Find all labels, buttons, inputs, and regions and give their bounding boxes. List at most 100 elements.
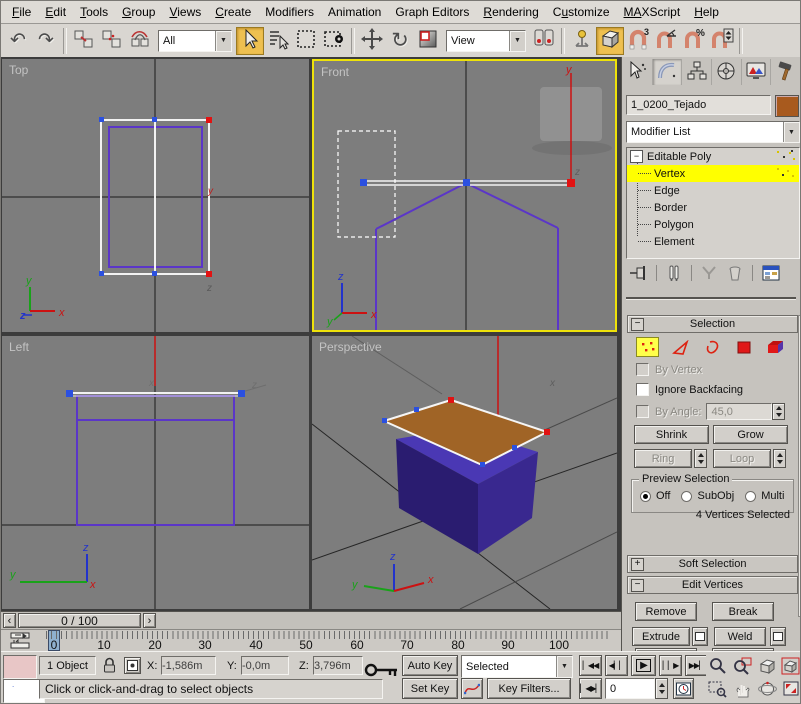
time-slider-prev-button[interactable]: ‹ — [3, 613, 16, 628]
unlink-selection-button[interactable] — [98, 27, 126, 55]
time-slider-next-button[interactable]: › — [143, 613, 156, 628]
configure-modifier-sets-button[interactable] — [757, 265, 785, 281]
weld-settings-button[interactable] — [770, 627, 786, 646]
stack-item-edge[interactable]: Edge — [627, 182, 799, 199]
remove-button[interactable]: Remove — [635, 602, 697, 621]
spinner-snap-button[interactable] — [708, 27, 736, 55]
remove-modifier-button[interactable] — [722, 265, 748, 281]
shrink-button[interactable]: Shrink — [634, 425, 709, 444]
subobject-polygon-button[interactable] — [732, 337, 755, 357]
open-mini-listener-button[interactable] — [7, 632, 35, 652]
play-animation-button[interactable]: ▶ — [631, 655, 656, 676]
zoom-extents-button[interactable] — [756, 655, 779, 676]
subobject-border-button[interactable] — [700, 337, 723, 357]
macro-recorder-pane[interactable] — [3, 655, 37, 679]
next-frame-button[interactable]: ▏▏▶ — [659, 655, 682, 676]
y-coordinate-field[interactable]: -0,0m — [241, 656, 289, 675]
menu-tools[interactable]: Tools — [73, 3, 115, 21]
arc-rotate-button[interactable] — [756, 678, 779, 699]
time-slider-handle[interactable]: 0 / 100 — [18, 613, 141, 628]
select-object-button[interactable] — [236, 26, 264, 55]
menu-edit[interactable]: Edit — [38, 3, 73, 21]
ignore-backfacing-checkbox[interactable] — [636, 383, 649, 396]
viewport-front-active[interactable]: Front y z z x y — [312, 59, 617, 332]
ring-spinner[interactable] — [694, 449, 707, 468]
previous-frame-button[interactable]: ◀▏▏ — [605, 655, 628, 676]
preview-subobj-radio[interactable] — [681, 490, 693, 502]
bind-to-space-warp-button[interactable] — [126, 27, 154, 55]
pan-button[interactable] — [731, 678, 754, 699]
absolute-offset-toggle[interactable] — [124, 657, 141, 674]
current-frame-field[interactable]: 0 — [605, 678, 655, 699]
stack-item-editable-poly[interactable]: − Editable Poly — [627, 148, 799, 165]
zoom-region-button[interactable] — [706, 678, 729, 699]
menu-modifiers[interactable]: Modifiers — [258, 3, 321, 21]
stack-item-vertex-selected[interactable]: Vertex — [627, 165, 799, 182]
reference-coordinate-dropdown[interactable]: View ▼ — [446, 29, 526, 52]
percent-snap-button[interactable]: % — [680, 27, 708, 55]
selection-lock-toggle[interactable] — [102, 657, 117, 677]
angle-snap-button[interactable] — [652, 27, 680, 55]
by-angle-checkbox[interactable] — [636, 405, 649, 418]
by-angle-row[interactable]: By Angle: 45,0 — [636, 403, 786, 420]
tab-modify[interactable] — [652, 59, 683, 85]
extrude-settings-button[interactable] — [692, 627, 708, 646]
select-and-move-button[interactable] — [358, 27, 386, 55]
pin-stack-button[interactable] — [626, 265, 652, 281]
ring-button[interactable]: Ring — [634, 449, 692, 468]
select-by-name-button[interactable] — [264, 27, 292, 55]
subobject-element-button[interactable] — [764, 337, 787, 357]
time-slider-track[interactable]: ‹ 0 / 100 › — [1, 611, 621, 630]
viewport-perspective[interactable]: Perspective x z y x — [312, 336, 617, 609]
stack-item-border[interactable]: Border — [627, 199, 799, 216]
tab-utilities[interactable] — [771, 59, 800, 85]
menu-graph-editors[interactable]: Graph Editors — [388, 3, 476, 21]
show-end-result-button[interactable] — [661, 265, 687, 281]
tab-motion[interactable] — [712, 59, 742, 85]
by-vertex-checkbox-row[interactable]: By Vertex — [636, 363, 702, 376]
viewport-left[interactable]: Left x z z y x — [2, 336, 309, 609]
x-coordinate-field[interactable]: -1,586m — [161, 656, 216, 675]
zoom-all-button[interactable] — [731, 655, 754, 676]
by-vertex-checkbox[interactable] — [636, 363, 649, 376]
redo-button[interactable]: ↷ — [32, 27, 60, 55]
tab-create[interactable] — [623, 59, 653, 85]
object-color-swatch[interactable] — [775, 95, 799, 117]
loop-button[interactable]: Loop — [713, 449, 771, 468]
key-filters-button[interactable]: Key Filters... — [487, 678, 571, 699]
make-unique-button[interactable] — [696, 265, 722, 281]
menu-file[interactable]: File — [5, 3, 38, 21]
select-and-link-button[interactable] — [70, 27, 98, 55]
selection-set-dropdown[interactable]: Selected ▼ — [461, 655, 573, 678]
selection-filter-dropdown[interactable]: All ▼ — [158, 29, 232, 52]
auto-key-button[interactable]: Auto Key — [402, 655, 458, 676]
menu-animation[interactable]: Animation — [321, 3, 388, 21]
ignore-backfacing-checkbox-row[interactable]: Ignore Backfacing — [636, 383, 743, 396]
break-button[interactable]: Break — [712, 602, 774, 621]
snap-3d-button[interactable]: 3 — [624, 27, 652, 55]
selection-rollout-header[interactable]: − Selection — [627, 315, 798, 333]
track-bar[interactable]: 0 10 20 30 40 50 60 70 80 90 100 — [1, 629, 621, 652]
object-name-field[interactable]: 1_0200_Tejado — [626, 95, 771, 115]
frame-spinner[interactable] — [655, 678, 668, 699]
go-to-start-button[interactable]: ▏◀◀ — [579, 655, 602, 676]
time-configuration-button[interactable] — [673, 678, 694, 699]
maximize-viewport-toggle-button[interactable] — [780, 678, 800, 699]
extrude-button[interactable]: Extrude — [632, 627, 690, 646]
zoom-extents-all-button[interactable] — [780, 655, 800, 676]
weld-button[interactable]: Weld — [714, 627, 766, 646]
subobject-edge-button[interactable] — [668, 337, 691, 357]
viewport-top[interactable]: Top y z y x z — [2, 59, 309, 332]
z-coordinate-field[interactable]: 3,796m — [313, 656, 363, 675]
subobject-vertex-button[interactable] — [636, 337, 659, 357]
default-in-out-tangents-button[interactable] — [461, 678, 483, 699]
collapse-minus-icon[interactable]: − — [630, 150, 643, 163]
grow-button[interactable]: Grow — [713, 425, 788, 444]
menu-create[interactable]: Create — [208, 3, 258, 21]
menu-customize[interactable]: Customize — [546, 3, 617, 21]
modifier-list-dropdown[interactable]: Modifier List ▼ — [626, 121, 800, 143]
rectangular-selection-region-button[interactable] — [292, 27, 320, 55]
menu-help[interactable]: Help — [687, 3, 726, 21]
soft-selection-rollout-header[interactable]: + Soft Selection — [627, 555, 798, 573]
menu-maxscript[interactable]: MAXScript — [617, 3, 688, 21]
